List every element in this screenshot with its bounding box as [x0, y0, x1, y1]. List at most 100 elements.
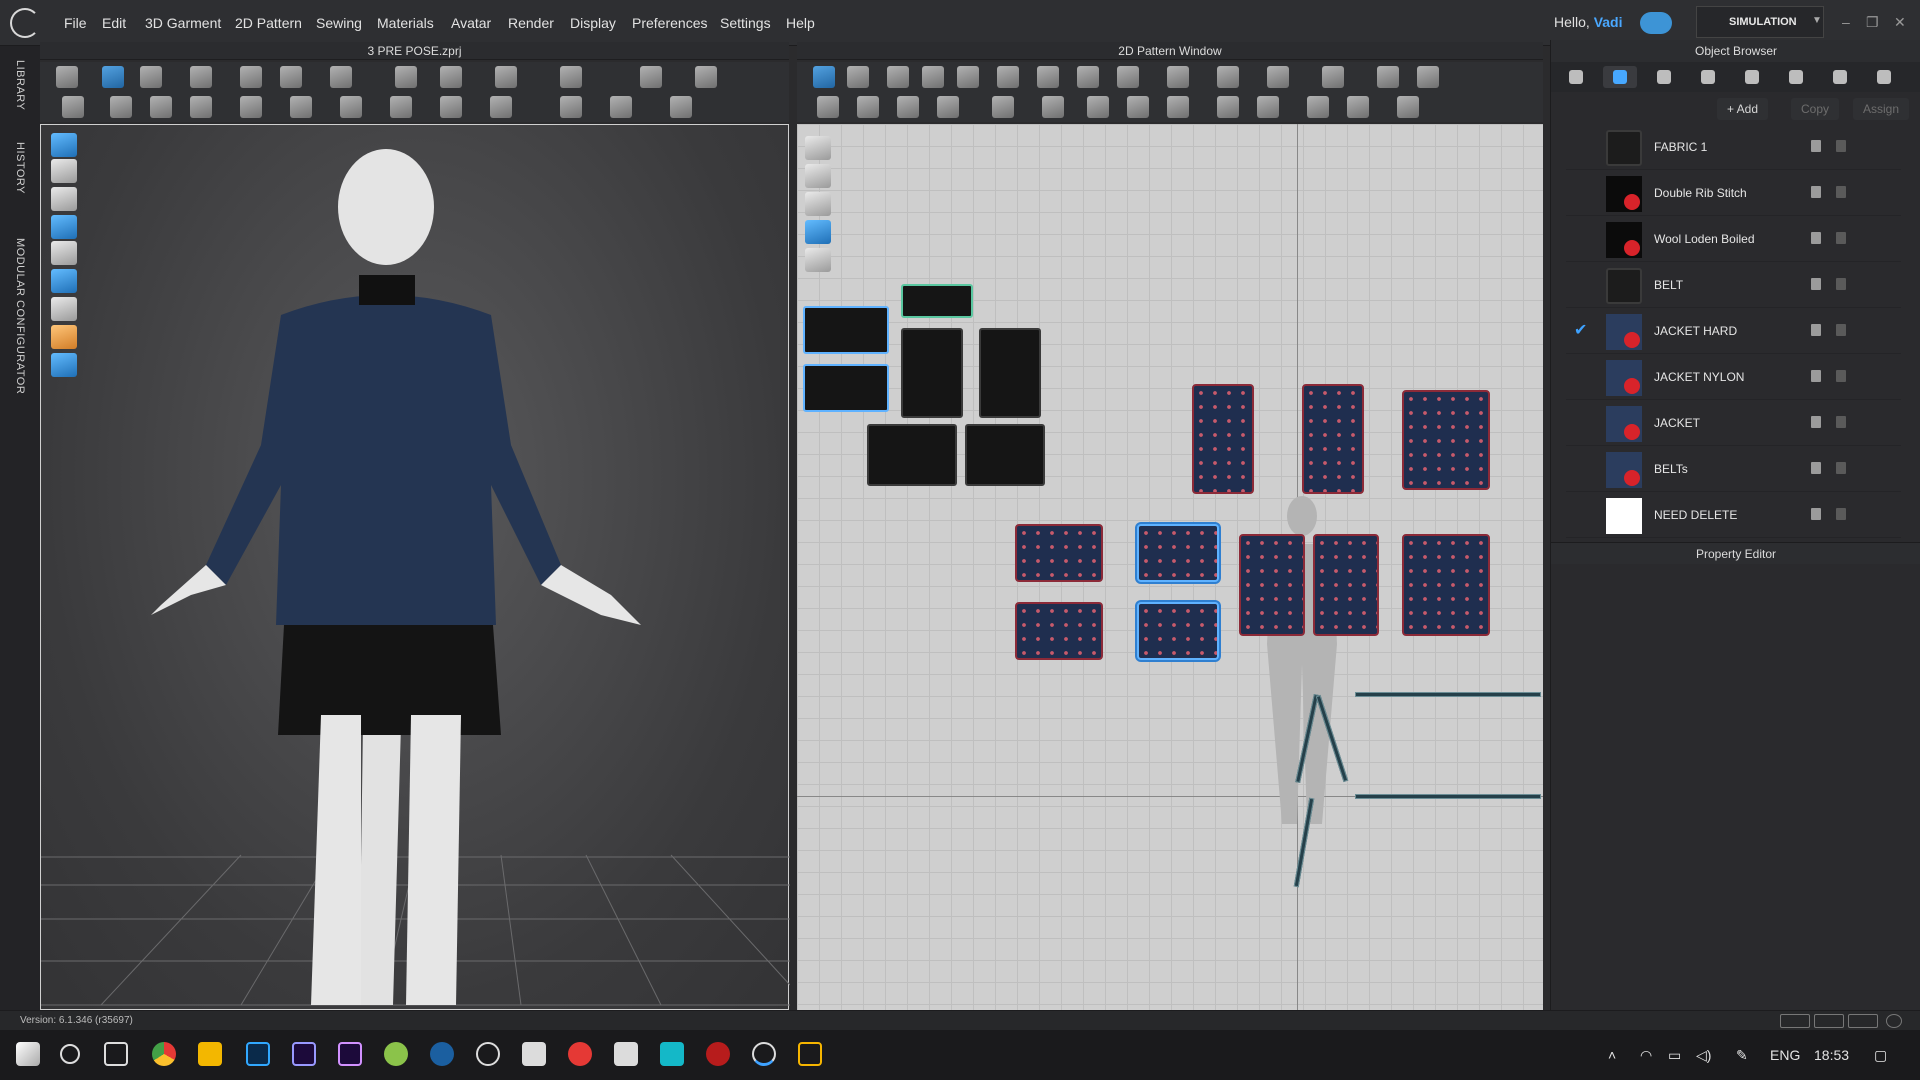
grading-icon[interactable]	[1322, 66, 1344, 88]
menu-display[interactable]: Display	[570, 15, 616, 31]
fit-map-icon[interactable]	[495, 66, 517, 88]
pattern-piece[interactable]	[979, 328, 1041, 418]
segment-sewing-icon[interactable]	[817, 96, 839, 118]
2d-display-icon[interactable]	[805, 136, 831, 160]
edit-sewing-icon[interactable]	[240, 66, 262, 88]
maya-icon[interactable]	[660, 1042, 684, 1066]
fabric-row[interactable]: FABRIC 1	[1566, 126, 1901, 170]
fabric-copy-icon[interactable]	[1811, 462, 1821, 474]
layout-2d-icon[interactable]	[1848, 1014, 1878, 1028]
fabric-delete-icon[interactable]	[1836, 186, 1846, 198]
fabric-copy-icon[interactable]	[1811, 278, 1821, 290]
pattern-piece[interactable]	[867, 424, 957, 486]
pattern-piece[interactable]	[1015, 602, 1103, 660]
menu-preferences[interactable]: Preferences	[632, 15, 707, 31]
tape-icon[interactable]	[240, 96, 262, 118]
clock[interactable]: 18:53	[1814, 1047, 1849, 1063]
tab-puckering[interactable]	[1779, 66, 1813, 88]
tab-zipper[interactable]	[1867, 66, 1901, 88]
2d-pattern-view[interactable]	[797, 124, 1543, 1010]
fabric-delete-icon[interactable]	[1836, 508, 1846, 520]
2d-texture-icon[interactable]	[805, 220, 831, 244]
photoshop-icon[interactable]	[246, 1042, 270, 1066]
pattern-button-icon[interactable]	[1397, 96, 1419, 118]
marvelous-icon[interactable]	[798, 1042, 822, 1066]
belt-piece[interactable]	[1355, 794, 1541, 799]
fabric-copy-icon[interactable]	[1811, 324, 1821, 336]
check-sewing-icon[interactable]	[937, 96, 959, 118]
pattern-texture-icon[interactable]	[992, 96, 1014, 118]
select-mesh-icon[interactable]	[140, 66, 162, 88]
internal-polygon-icon[interactable]	[997, 66, 1019, 88]
avatar-display-icon[interactable]	[51, 241, 77, 265]
tab-scene[interactable]	[1559, 66, 1593, 88]
piping-icon[interactable]	[1347, 96, 1369, 118]
pattern-piece[interactable]	[1402, 534, 1490, 636]
fabric-copy-icon[interactable]	[1811, 186, 1821, 198]
menu-3d-garment[interactable]: 3D Garment	[145, 15, 221, 31]
edit-pattern-icon[interactable]	[847, 66, 869, 88]
pattern-piece[interactable]	[901, 284, 973, 318]
copy-button[interactable]: Copy	[1791, 98, 1840, 120]
pattern-graphic-icon[interactable]	[1042, 96, 1064, 118]
menu-2d-pattern[interactable]: 2D Pattern	[235, 15, 302, 31]
transform-pattern-icon[interactable]	[813, 66, 835, 88]
fabric-delete-icon[interactable]	[1836, 370, 1846, 382]
fabric-row[interactable]: BELT	[1566, 264, 1901, 308]
tab-topstitch[interactable]	[1735, 66, 1769, 88]
pin-icon[interactable]	[395, 66, 417, 88]
steam-icon[interactable]	[430, 1042, 454, 1066]
solidify-icon[interactable]	[670, 96, 692, 118]
maximize-button[interactable]: ❐	[1866, 14, 1879, 31]
texture-icon[interactable]	[290, 96, 312, 118]
tab-trims[interactable]	[1823, 66, 1857, 88]
clo-taskbar-icon[interactable]	[752, 1042, 776, 1066]
fabric-copy-icon[interactable]	[1811, 416, 1821, 428]
texture-display-icon[interactable]	[51, 269, 77, 293]
zbrush-icon[interactable]	[522, 1042, 546, 1066]
zbrush2-icon[interactable]	[614, 1042, 638, 1066]
tab-history[interactable]: HISTORY	[14, 142, 26, 194]
tab-modular-configurator[interactable]: MODULAR CONFIGURATOR	[14, 238, 26, 394]
tab-fabric[interactable]	[1603, 66, 1637, 88]
fabric-row[interactable]: Wool Loden Boiled	[1566, 218, 1901, 262]
wifi-icon[interactable]: ◠	[1640, 1047, 1652, 1064]
pattern-piece[interactable]	[803, 364, 889, 412]
substance-icon[interactable]	[568, 1042, 592, 1066]
pattern-topstitch-icon[interactable]	[1087, 96, 1109, 118]
pen-icon[interactable]: ✎	[1736, 1047, 1748, 1064]
avatar-figure[interactable]	[151, 149, 641, 1005]
pattern-piece[interactable]	[1313, 534, 1379, 636]
language-label[interactable]: ENG	[1770, 1047, 1800, 1063]
pattern-piece[interactable]	[803, 306, 889, 354]
close-button[interactable]: ✕	[1894, 14, 1906, 31]
pattern-zipper-icon[interactable]	[1257, 96, 1279, 118]
fold-icon[interactable]	[190, 66, 212, 88]
task-view-icon[interactable]	[104, 1042, 128, 1066]
polygon-icon[interactable]	[887, 66, 909, 88]
fabric-delete-icon[interactable]	[1836, 232, 1846, 244]
pattern-piece[interactable]	[901, 328, 963, 418]
chevron-up-icon[interactable]: ˄	[1608, 1047, 1616, 1063]
fabric-copy-icon[interactable]	[1811, 232, 1821, 244]
minimize-button[interactable]: –	[1842, 14, 1850, 30]
username[interactable]: Vadi	[1594, 14, 1623, 30]
tack-icon[interactable]	[330, 66, 352, 88]
buttonhole-icon[interactable]	[490, 96, 512, 118]
zipper-icon[interactable]	[110, 96, 132, 118]
obs-icon[interactable]	[476, 1042, 500, 1066]
menu-settings[interactable]: Settings	[720, 15, 771, 31]
graphic-icon[interactable]	[340, 96, 362, 118]
fabric-copy-icon[interactable]	[1811, 140, 1821, 152]
pattern-shirring-icon[interactable]	[1167, 96, 1189, 118]
text-icon[interactable]	[1267, 66, 1289, 88]
fabric-row[interactable]: BELTs	[1566, 448, 1901, 492]
elastic-icon[interactable]	[1217, 96, 1239, 118]
select-move-icon[interactable]	[56, 66, 78, 88]
topstitch-icon[interactable]	[150, 96, 172, 118]
3d-viewport[interactable]	[40, 124, 791, 1010]
pattern-puckering-icon[interactable]	[1127, 96, 1149, 118]
fabric-row[interactable]: JACKET NYLON	[1566, 356, 1901, 400]
button-place-icon[interactable]	[440, 96, 462, 118]
pattern-piece[interactable]	[1402, 390, 1490, 490]
